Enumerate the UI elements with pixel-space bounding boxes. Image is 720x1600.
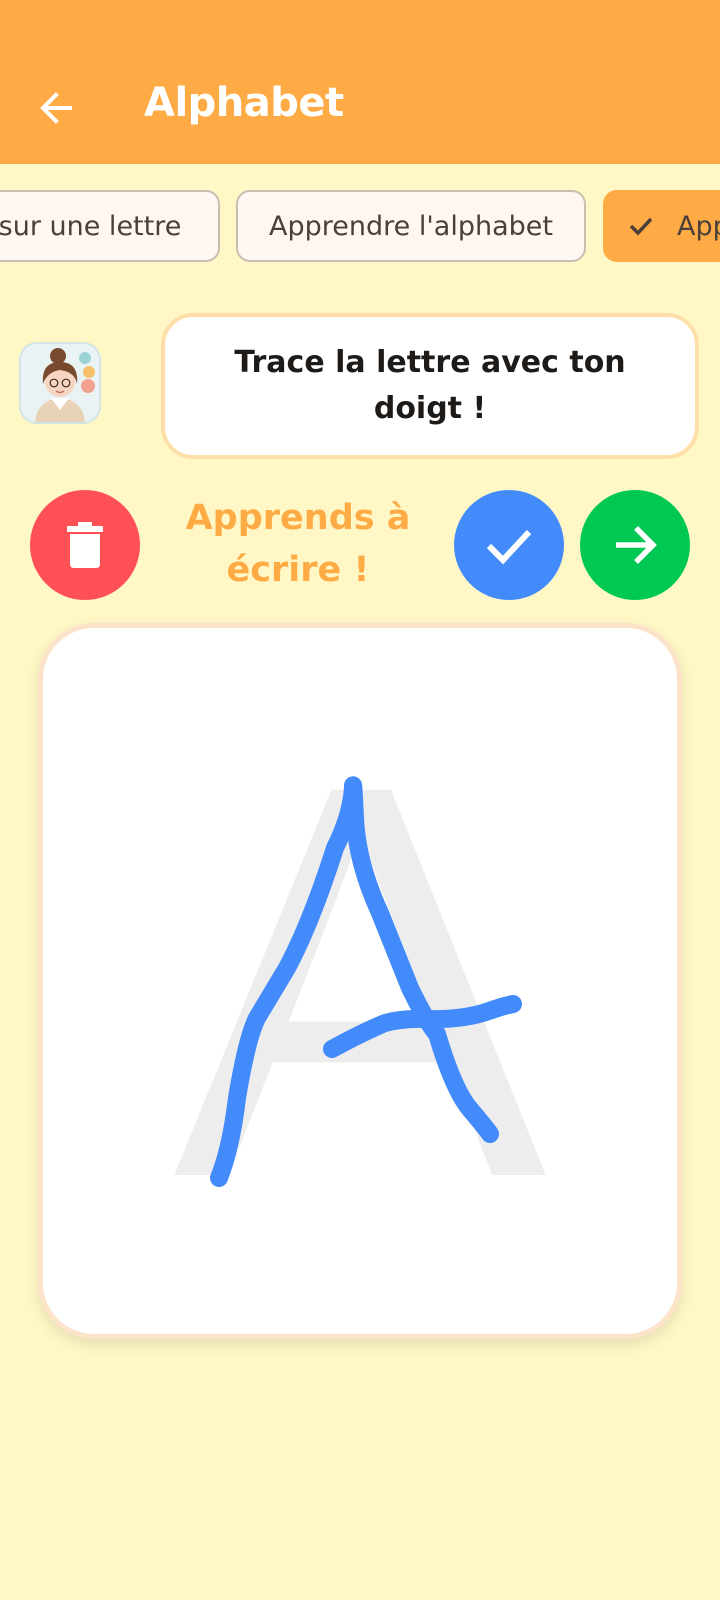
next-button[interactable] [580, 490, 690, 600]
page-title: Alphabet [144, 80, 344, 126]
heading: Apprends à écrire ! [170, 492, 426, 596]
clear-button[interactable] [30, 490, 140, 600]
validate-button[interactable] [454, 490, 564, 600]
back-button[interactable] [30, 82, 82, 134]
trash-icon [67, 522, 103, 568]
heading-line-2: écrire ! [226, 550, 370, 590]
chip-label: sur une lettre [0, 210, 182, 242]
chip-letter[interactable]: sur une lettre [0, 190, 220, 262]
chip-label: Apprendre l'alphabet [269, 210, 553, 242]
arrow-left-icon [40, 92, 72, 124]
chip-selected[interactable]: App [603, 190, 720, 262]
chip-label: App [677, 210, 720, 242]
mode-chips: sur une lettre Apprendre l'alphabet App [0, 190, 720, 266]
check-icon [486, 529, 532, 565]
tracing-canvas[interactable]: A [38, 623, 682, 1339]
check-icon [627, 212, 655, 240]
heading-line-1: Apprends à [185, 498, 411, 538]
arrow-right-icon [616, 526, 657, 564]
chip-learn-alphabet[interactable]: Apprendre l'alphabet [236, 190, 586, 262]
app-bar: Alphabet [0, 0, 720, 164]
instruction-text: Trace la lettre avec ton doigt ! [234, 345, 626, 426]
avatar [19, 342, 101, 424]
guide-letter: A [173, 668, 549, 1294]
instruction-bubble: Trace la lettre avec ton doigt ! [161, 313, 699, 459]
